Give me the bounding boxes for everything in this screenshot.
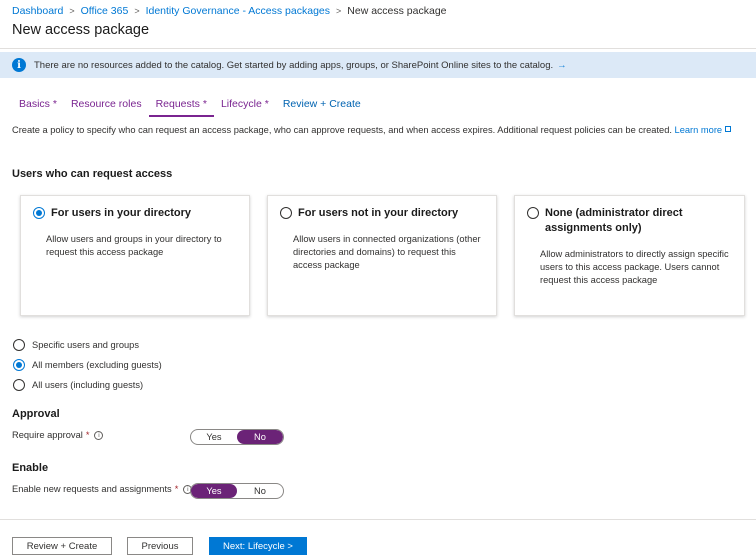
enable-requests-label: Enable new requests and assignments * i	[12, 484, 193, 494]
card-title: None (administrator direct assignments o…	[545, 207, 683, 234]
review-create-button[interactable]: Review + Create	[12, 537, 112, 555]
field-label-text: Require approval	[12, 430, 83, 440]
option-label: All members (excluding guests)	[32, 360, 162, 370]
tab-review-create[interactable]: Review + Create	[276, 98, 368, 116]
breadcrumb-current: New access package	[347, 5, 447, 17]
banner-text: There are no resources added to the cata…	[34, 59, 554, 71]
required-marker: *	[174, 484, 179, 494]
breadcrumb-access-packages[interactable]: Identity Governance - Access packages	[146, 5, 330, 17]
tab-label: Requests	[155, 98, 200, 110]
breadcrumb-separator: >	[69, 6, 75, 16]
option-label: Specific users and groups	[32, 340, 139, 350]
radio-all-users[interactable]	[13, 379, 25, 391]
option-all-members[interactable]: All members (excluding guests)	[13, 359, 162, 371]
next-lifecycle-button[interactable]: Next: Lifecycle >	[209, 537, 307, 555]
card-users-not-in-directory[interactable]: For users not in your directory Allow us…	[267, 195, 497, 316]
arrow-right-icon[interactable]: →	[557, 60, 567, 71]
radio-all-members[interactable]	[13, 359, 25, 371]
breadcrumb-office365[interactable]: Office 365	[81, 5, 129, 17]
required-marker: *	[264, 98, 269, 110]
external-link-icon	[725, 126, 732, 132]
approval-heading: Approval	[12, 408, 60, 420]
tab-requests[interactable]: Requests *	[148, 98, 215, 117]
users-section-heading: Users who can request access	[12, 168, 173, 180]
require-approval-toggle[interactable]: Yes No	[190, 429, 284, 445]
card-users-in-directory[interactable]: For users in your directory Allow users …	[20, 195, 250, 316]
required-marker: *	[202, 98, 207, 110]
wizard-tabs: Basics * Resource roles Requests * Lifec…	[12, 98, 368, 117]
tab-label: Basics	[19, 98, 50, 110]
radio-admin-direct-assignments[interactable]	[527, 207, 539, 219]
card-admin-direct-assignments[interactable]: None (administrator direct assignments o…	[514, 195, 745, 316]
card-description: Allow users and groups in your directory…	[46, 234, 222, 257]
required-marker: *	[85, 430, 90, 440]
breadcrumb-dashboard[interactable]: Dashboard	[12, 5, 63, 17]
card-description: Allow users in connected organizations (…	[293, 234, 481, 270]
previous-button[interactable]: Previous	[127, 537, 193, 555]
divider	[0, 48, 756, 49]
description-text: Create a policy to specify who can reque…	[12, 125, 672, 135]
tab-basics[interactable]: Basics *	[12, 98, 64, 116]
card-title: For users not in your directory	[298, 207, 459, 219]
divider	[0, 519, 756, 520]
toggle-yes[interactable]: Yes	[191, 430, 237, 444]
learn-more-label: Learn more	[674, 125, 723, 135]
breadcrumb-separator: >	[134, 6, 140, 16]
toggle-no[interactable]: No	[237, 430, 283, 444]
page-title: New access package	[12, 22, 150, 38]
info-banner: i There are no resources added to the ca…	[0, 52, 756, 78]
enable-heading: Enable	[12, 462, 49, 474]
option-all-users[interactable]: All users (including guests)	[13, 379, 143, 391]
toggle-yes[interactable]: Yes	[191, 484, 237, 498]
breadcrumb-separator: >	[336, 6, 342, 16]
learn-more-link[interactable]: Learn more	[675, 125, 732, 135]
breadcrumb: Dashboard > Office 365 > Identity Govern…	[12, 4, 447, 18]
tab-label: Lifecycle	[220, 98, 262, 110]
card-title: For users in your directory	[51, 207, 191, 219]
require-approval-label: Require approval * i	[12, 430, 104, 440]
radio-users-not-in-directory[interactable]	[280, 207, 292, 219]
card-description: Allow administrators to directly assign …	[540, 249, 729, 285]
option-label: All users (including guests)	[32, 380, 144, 390]
field-label-text: Enable new requests and assignments	[12, 484, 172, 494]
radio-users-in-directory[interactable]	[33, 207, 45, 219]
policy-description: Create a policy to specify who can reque…	[12, 125, 732, 135]
radio-specific-users[interactable]	[13, 339, 25, 351]
tab-lifecycle[interactable]: Lifecycle *	[214, 98, 276, 116]
enable-requests-toggle[interactable]: Yes No	[190, 483, 284, 499]
tab-label: Resource roles	[70, 98, 142, 110]
info-icon: i	[12, 58, 26, 72]
info-tooltip-icon[interactable]: i	[94, 430, 104, 440]
toggle-no[interactable]: No	[237, 484, 283, 498]
required-marker: *	[52, 98, 57, 110]
tab-resource-roles[interactable]: Resource roles	[64, 98, 149, 116]
tab-label: Review + Create	[282, 98, 361, 110]
option-specific-users[interactable]: Specific users and groups	[13, 339, 139, 351]
